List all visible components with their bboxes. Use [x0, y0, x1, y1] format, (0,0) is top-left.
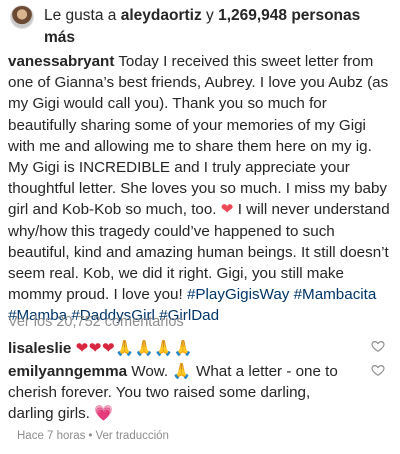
likes-count[interactable]: 1,269,948 personas	[218, 7, 360, 24]
comment-username[interactable]: emilyanngemma	[8, 363, 127, 380]
likes-summary[interactable]: Le gusta a aleydaortiz y 1,269,948 perso…	[8, 5, 392, 49]
likes-user[interactable]: aleydaortiz	[121, 7, 202, 24]
comment-text-part-1: Wow.	[131, 363, 169, 380]
praying-hands-emoji: 🙏🙏🙏🙏	[115, 340, 193, 357]
post-timestamp: Hace 7 horas	[17, 430, 86, 442]
caption-text-part-1: Today I received this sweet letter from …	[8, 53, 389, 219]
caption-username[interactable]: vanessabryant	[8, 53, 114, 70]
comment-item: lisaleslie ❤❤❤🙏🙏🙏🙏	[8, 338, 360, 359]
comment-item: emilyanngemma Wow. 🙏 What a letter - one…	[8, 361, 360, 425]
post-caption: vanessabryant Today I received this swee…	[8, 51, 394, 327]
likes-suffix[interactable]: más	[44, 29, 75, 46]
likes-prefix: Le gusta a	[44, 7, 117, 24]
red-heart-emoji: ❤	[220, 201, 234, 219]
see-translation-link[interactable]: Ver traducción	[95, 430, 169, 442]
heart-outline-icon[interactable]	[371, 339, 385, 353]
view-all-comments-link[interactable]: Ver los 20,752 comentarios	[8, 314, 184, 330]
heart-outline-icon[interactable]	[371, 363, 385, 377]
pink-heart-emoji: 💗	[94, 405, 114, 423]
liker-avatar[interactable]	[10, 5, 34, 29]
comment-username[interactable]: lisaleslie	[8, 340, 71, 357]
meta-separator: •	[88, 430, 93, 442]
likes-connector: y	[206, 7, 214, 24]
hashtag-mambacita[interactable]: #Mambacita	[294, 286, 377, 303]
likes-text[interactable]: Le gusta a aleydaortiz y 1,269,948 perso…	[44, 5, 390, 49]
praying-hands-emoji: 🙏	[172, 363, 192, 380]
hashtag-playgigisway[interactable]: #PlayGigisWay	[187, 286, 289, 303]
red-hearts-emoji: ❤❤❤	[75, 340, 116, 357]
post-meta: Hace 7 horas • Ver traducción	[17, 430, 169, 442]
